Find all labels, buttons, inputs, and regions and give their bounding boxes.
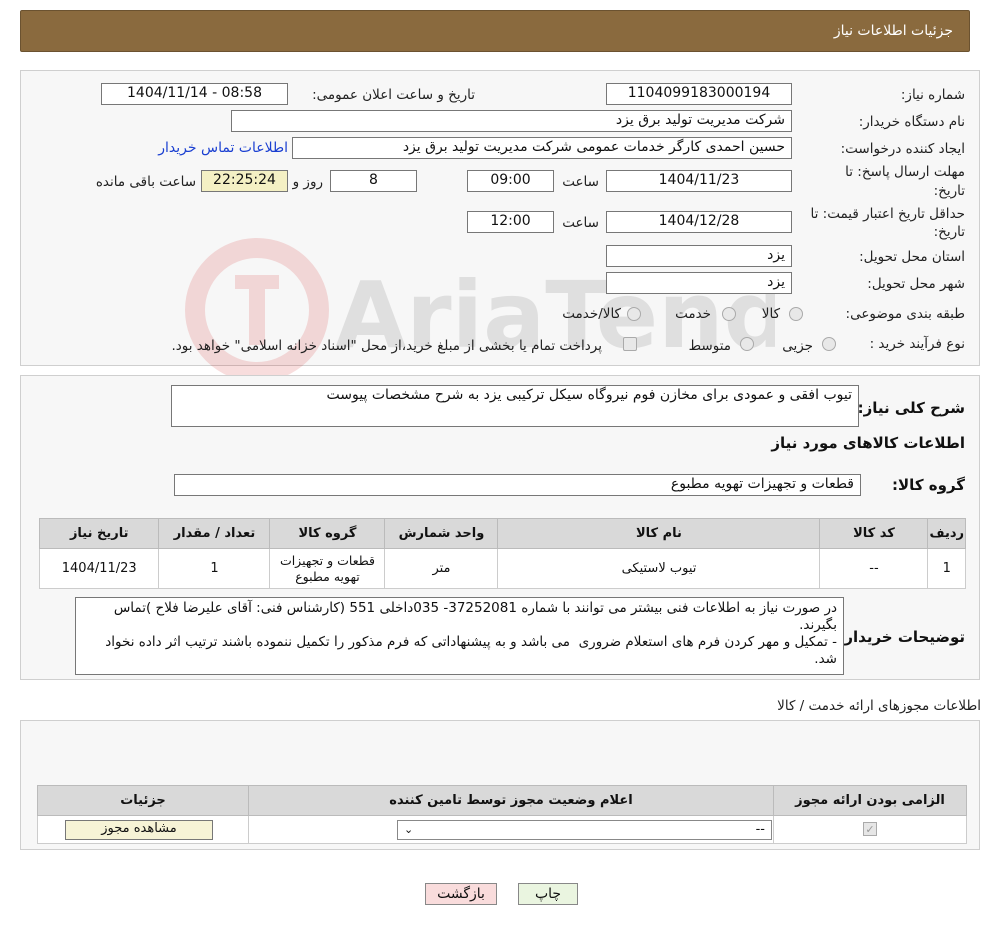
col-permit-required: الزامی بودن ارائه مجوز (773, 785, 967, 816)
process-medium-radio[interactable] (740, 337, 754, 351)
cell-code: -- (819, 548, 929, 589)
remaining-time-field: 22:25:24 (201, 170, 288, 192)
process-minor-label: جزیی (782, 338, 813, 354)
col-group: گروه کالا (269, 518, 386, 549)
remaining-time-label: ساعت باقی مانده (95, 174, 196, 190)
price-validity-label-2: تاریخ: (933, 224, 965, 240)
page-header: جزئیات اطلاعات نیاز (20, 10, 970, 52)
goods-table: ردیف کد کالا نام کالا واحد شمارش گروه کا… (38, 518, 966, 589)
permit-status-value: -- (755, 822, 765, 837)
table-row: 1 -- تیوب لاستیکی متر قطعات و تجهیزات ته… (38, 548, 966, 589)
permits-table: الزامی بودن ارائه مجوز اعلام وضعیت مجوز … (37, 785, 967, 844)
permit-details-cell: مشاهده مجوز (37, 815, 249, 844)
permits-table-header: الزامی بودن ارائه مجوز اعلام وضعیت مجوز … (37, 785, 967, 816)
buyer-contact-link[interactable]: اطلاعات تماس خریدار (158, 140, 288, 156)
summary-label: شرح کلی نیاز: (857, 399, 965, 417)
col-name: نام کالا (497, 518, 821, 549)
cell-date: 1404/11/23 (38, 548, 160, 589)
permit-status-cell: ⌄ -- (248, 815, 774, 844)
purchase-process-label: نوع فرآیند خرید : (869, 336, 965, 352)
need-number-label: شماره نیاز: (900, 87, 965, 103)
buyer-notes-field: در صورت نیاز به اطلاعات فنی بیشتر می توا… (75, 597, 844, 675)
buyer-org-field: شرکت مدیریت تولید برق یزد (231, 110, 792, 132)
summary-field: تیوب افقی و عمودی برای مخازن فوم نیروگاه… (171, 385, 859, 427)
col-unit: واحد شمارش (384, 518, 499, 549)
province-label: استان محل تحویل: (859, 249, 965, 265)
city-label: شهر محل تحویل: (867, 276, 965, 292)
print-button[interactable]: چاپ (518, 883, 578, 905)
cell-unit: متر (384, 548, 499, 589)
days-label: روز و (292, 174, 323, 190)
province-field: یزد (606, 245, 792, 267)
announce-datetime-field: 1404/11/14 - 08:58 (101, 83, 288, 105)
category-goods-radio[interactable] (789, 307, 803, 321)
price-validity-time-label: ساعت (562, 215, 599, 231)
price-validity-date-field: 1404/12/28 (606, 211, 792, 233)
treasury-checkbox[interactable] (623, 337, 637, 351)
permit-required-checkbox: ✓ (863, 822, 877, 836)
back-button[interactable]: بازگشت (425, 883, 497, 905)
col-row: ردیف (927, 518, 966, 549)
price-validity-time-field: 12:00 (467, 211, 554, 233)
creator-label: ایجاد کننده درخواست: (840, 141, 965, 157)
deadline-label-2: تاریخ: (933, 183, 965, 199)
col-permit-status: اعلام وضعیت مجوز توسط تامین کننده (248, 785, 774, 816)
deadline-date-field: 1404/11/23 (606, 170, 792, 192)
col-date: تاریخ نیاز (38, 518, 160, 549)
need-number-field: 1104099183000194 (606, 83, 792, 105)
process-medium-label: متوسط (688, 338, 731, 354)
category-service-radio[interactable] (722, 307, 736, 321)
cell-qty: 1 (158, 548, 271, 589)
process-minor-radio[interactable] (822, 337, 836, 351)
goods-group-label: گروه کالا: (892, 476, 965, 494)
table-row: ✓ ⌄ -- مشاهده مجوز (37, 815, 967, 844)
category-label: طبقه بندی موضوعی: (845, 306, 965, 322)
cell-row: 1 (927, 548, 966, 589)
category-goods-service-radio[interactable] (627, 307, 641, 321)
chevron-down-icon: ⌄ (404, 823, 414, 836)
page-title: جزئیات اطلاعات نیاز (833, 23, 953, 39)
creator-field: حسین احمدی کارگر خدمات عمومی شرکت مدیریت… (292, 137, 792, 159)
buyer-notes-label: توضیحات خریدار: (838, 628, 965, 646)
permits-title: اطلاعات مجوزهای ارائه خدمت / کالا (777, 698, 981, 714)
category-goods-label: کالا (761, 306, 780, 322)
deadline-label: مهلت ارسال پاسخ: تا (845, 164, 965, 180)
deadline-time-label: ساعت (562, 174, 599, 190)
treasury-note: پرداخت تمام یا بخشی از مبلغ خرید،از محل … (171, 338, 602, 354)
buyer-org-label: نام دستگاه خریدار: (858, 114, 965, 130)
category-service-label: خدمت (675, 306, 711, 322)
view-permit-button[interactable]: مشاهده مجوز (65, 819, 213, 840)
category-goods-service-label: کالا/خدمت (562, 306, 621, 322)
city-field: یزد (606, 272, 792, 294)
col-qty: تعداد / مقدار (158, 518, 271, 549)
permit-status-select[interactable]: ⌄ -- (397, 819, 772, 840)
goods-table-header: ردیف کد کالا نام کالا واحد شمارش گروه کا… (38, 518, 966, 549)
announce-datetime-label: تاریخ و ساعت اعلان عمومی: (312, 87, 475, 103)
days-remaining-field: 8 (330, 170, 417, 192)
col-permit-details: جزئیات (37, 785, 249, 816)
goods-info-title: اطلاعات کالاهای مورد نیاز (771, 434, 965, 452)
permit-required-cell: ✓ (773, 815, 967, 844)
cell-name: تیوب لاستیکی (497, 548, 821, 589)
col-code: کد کالا (819, 518, 929, 549)
price-validity-label: حداقل تاریخ اعتبار قیمت: تا (810, 206, 965, 222)
goods-group-field: قطعات و تجهیزات تهویه مطبوع (174, 474, 861, 496)
cell-group: قطعات و تجهیزات تهویه مطبوع (269, 548, 386, 589)
deadline-time-field: 09:00 (467, 170, 554, 192)
